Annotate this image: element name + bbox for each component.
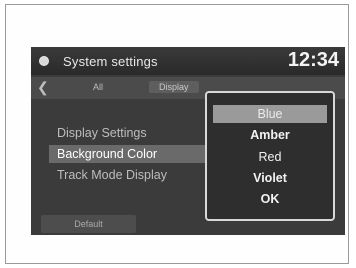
option-red[interactable]: Red bbox=[213, 148, 327, 166]
default-button[interactable]: Default bbox=[41, 215, 136, 233]
figure-frame: System settings 12:34 ❮ All Display Disp… bbox=[5, 4, 349, 264]
option-blue[interactable]: Blue bbox=[213, 105, 327, 123]
back-arrow-icon[interactable]: ❮ bbox=[37, 79, 49, 96]
list-item-track-mode-display[interactable]: Track Mode Display bbox=[49, 166, 207, 184]
tab-display[interactable]: Display bbox=[149, 81, 199, 93]
display-screen: System settings 12:34 ❮ All Display Disp… bbox=[31, 47, 345, 235]
settings-dot-icon bbox=[39, 56, 49, 66]
color-options-popup: Blue Amber Red Violet OK bbox=[205, 91, 335, 221]
tab-all[interactable]: All bbox=[83, 81, 113, 93]
list-item-background-color[interactable]: Background Color bbox=[49, 145, 217, 163]
option-amber[interactable]: Amber bbox=[213, 126, 327, 144]
clock-display: 12:34 bbox=[287, 49, 339, 71]
option-violet[interactable]: Violet bbox=[213, 169, 327, 187]
page-title: System settings bbox=[63, 54, 158, 69]
ok-button[interactable]: OK bbox=[213, 190, 327, 208]
title-bar: System settings 12:34 bbox=[31, 47, 345, 75]
list-item-display-settings[interactable]: Display Settings bbox=[49, 124, 207, 142]
